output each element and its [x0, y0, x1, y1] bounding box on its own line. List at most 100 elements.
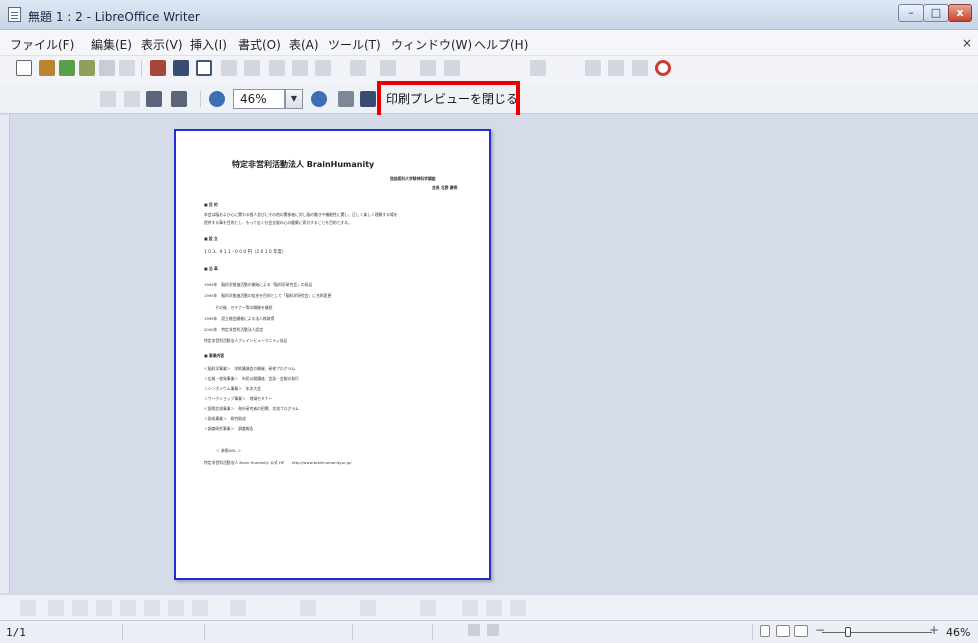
close-window-button[interactable]: x [948, 4, 972, 22]
rectangle-icon[interactable] [72, 600, 88, 616]
menu-help[interactable]: ヘルプ(H) [474, 36, 528, 53]
single-page-icon[interactable] [100, 91, 116, 107]
cut-icon[interactable] [269, 60, 285, 76]
zoom-slider-handle[interactable] [845, 627, 851, 637]
standard-toolbar [0, 56, 978, 83]
select-icon[interactable] [20, 600, 36, 616]
autospell-icon[interactable] [244, 60, 260, 76]
navigator-icon[interactable] [585, 60, 601, 76]
history-item: 2000年 特定非営利活動法人認定 [204, 327, 264, 332]
single-page-view-icon[interactable] [760, 625, 770, 637]
activity-item: ＜国際交流事業＞ 海外研究者の招聘、交流プログラム [204, 406, 299, 411]
help-lifebuoy-icon[interactable] [655, 60, 671, 76]
title-bar: 無題 1 : 2 - LibreOffice Writer – □ x [0, 0, 978, 30]
history-item: 1999年 設立総会開催による法人格取得 [204, 316, 275, 321]
multi-page-view-icon[interactable] [776, 625, 790, 637]
book-view-icon[interactable] [171, 91, 187, 107]
document-modified-icon[interactable] [487, 624, 499, 636]
edit-file-icon[interactable] [79, 60, 95, 76]
zoom-percentage[interactable]: 46% [946, 626, 970, 639]
paste-icon[interactable] [315, 60, 331, 76]
menu-file[interactable]: ファイル(F) [10, 36, 74, 53]
contact-text: 特定非営利活動法人 Brain Humanity 公式 HP http://ww… [204, 460, 352, 465]
activity-item: ＜脳科学事業＞ 学術講演会の開催、研修プログラム [204, 366, 296, 371]
shapes-icon[interactable] [192, 600, 208, 616]
copy-icon[interactable] [292, 60, 308, 76]
founded-text: 1 0 3、9 1 1 : 0 0 0 円（2 0 1 0 年度） [204, 250, 287, 255]
book-view-icon[interactable] [794, 625, 808, 637]
zoom-input[interactable]: 46% [233, 89, 285, 109]
minimize-button[interactable]: – [898, 4, 924, 22]
status-separator [204, 624, 205, 640]
email-icon[interactable] [99, 60, 115, 76]
menu-window[interactable]: ウィンドウ(W) [391, 36, 472, 53]
zoom-in-icon[interactable] [209, 91, 225, 107]
writer-document-icon [8, 7, 21, 22]
activity-item: ＜広報・啓発事業＞ 市民公開講座、会誌・会報の発行 [204, 376, 299, 381]
ellipse-icon[interactable] [96, 600, 112, 616]
full-screen-icon[interactable] [338, 91, 354, 107]
menu-view[interactable]: 表示(V) [141, 36, 183, 53]
zoom-out-minus-icon[interactable]: − [815, 623, 825, 637]
save-icon[interactable] [59, 60, 75, 76]
text-icon[interactable] [144, 600, 160, 616]
preview-page: 特定非営利活動法人 BrainHumanity 独協医科大学精神科学講座 会長 … [174, 129, 491, 580]
print-preview-print-icon[interactable] [360, 91, 376, 107]
freeform-icon[interactable] [120, 600, 136, 616]
stars-icon[interactable] [420, 600, 436, 616]
new-document-icon[interactable] [16, 60, 32, 76]
menu-bar: ファイル(F) 編集(E) 表示(V) 挿入(I) 書式(O) 表(A) ツール… [0, 30, 978, 56]
founded-heading: ■ 設 立 [204, 236, 218, 241]
activity-item: ＜調査研究事業＞ 調査報告 [204, 426, 254, 431]
menu-table[interactable]: 表(A) [289, 36, 319, 53]
doc-title: 特定非営利活動法人 BrainHumanity [232, 160, 375, 169]
zoom-dropdown-arrow-icon[interactable]: ▼ [285, 89, 303, 109]
zoom-slider[interactable] [822, 632, 932, 633]
mode-icon[interactable] [119, 60, 135, 76]
menu-format[interactable]: 書式(O) [238, 36, 281, 53]
redo-icon[interactable] [380, 60, 396, 76]
block-arrows-icon[interactable] [300, 600, 316, 616]
open-folder-icon[interactable] [39, 60, 55, 76]
flowchart-icon[interactable] [360, 600, 376, 616]
symbol-shapes-icon[interactable] [230, 600, 246, 616]
multi-page-icon[interactable] [146, 91, 162, 107]
menu-edit[interactable]: 編集(E) [91, 36, 132, 53]
zoom-out-icon[interactable] [311, 91, 327, 107]
selection-mode-icon[interactable] [468, 624, 480, 636]
zoom-in-plus-icon[interactable]: + [929, 623, 939, 637]
status-separator [122, 624, 123, 640]
print-icon[interactable] [173, 60, 189, 76]
points-icon[interactable] [462, 600, 478, 616]
activity-item: ＜助成事業＞ 研究助成 [204, 416, 246, 421]
spellcheck-icon[interactable] [221, 60, 237, 76]
undo-icon[interactable] [350, 60, 366, 76]
status-separator [432, 624, 433, 640]
show-draw-icon[interactable] [530, 60, 546, 76]
formatting-marks-icon[interactable] [632, 60, 648, 76]
activity-item: ＜シンポジウム事業＞ 年次大会 [204, 386, 261, 391]
toolbar-separator [141, 61, 142, 77]
activities-heading: ■ 事業内容 [204, 353, 225, 358]
export-pdf-icon[interactable] [150, 60, 166, 76]
callout-icon[interactable] [168, 600, 184, 616]
two-pages-icon[interactable] [124, 91, 140, 107]
extrusion-icon[interactable] [510, 600, 526, 616]
hyperlink-icon[interactable] [420, 60, 436, 76]
page-preview-icon[interactable] [196, 60, 212, 76]
history-item: 特定非営利活動法人ブレインヒューマニティ発足 [204, 338, 288, 343]
status-bar: 1/1 − + 46% [0, 620, 978, 643]
page-count: 1/1 [6, 626, 26, 639]
menu-tools[interactable]: ツール(T) [328, 36, 381, 53]
toolbar-separator [200, 91, 201, 107]
purpose-heading: ■ 目 的 [204, 202, 218, 207]
close-document-icon[interactable]: × [962, 36, 972, 50]
menu-insert[interactable]: 挿入(I) [190, 36, 227, 53]
table-icon[interactable] [444, 60, 460, 76]
history-item: 1994年 脳科学推進活動の開始による「脳科学研究会」の発足 [204, 282, 313, 287]
maximize-button[interactable]: □ [923, 4, 949, 22]
gallery-icon[interactable] [608, 60, 624, 76]
line-icon[interactable] [48, 600, 64, 616]
doc-author: 会長 北野 慶寿 [432, 185, 458, 190]
fontwork-icon[interactable] [486, 600, 502, 616]
